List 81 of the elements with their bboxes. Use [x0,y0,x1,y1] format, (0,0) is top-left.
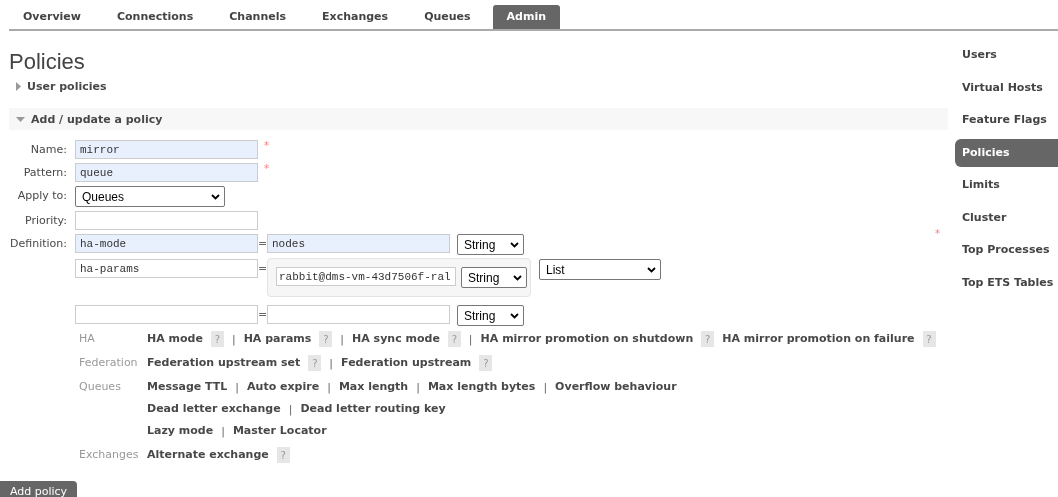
key-field[interactable] [75,305,258,324]
sidebar-item[interactable]: Feature Flags [955,106,1058,135]
nav-tab[interactable]: Channels [215,5,300,29]
separator-text: | [543,380,548,394]
separator-text: | [327,380,331,394]
policy-key-link[interactable]: HA mode [147,331,203,347]
separator-text: | [231,332,236,346]
group-label: Federation [79,355,139,371]
separator-text: | [329,356,334,370]
type-select[interactable]: List [539,259,661,280]
policy-key-link[interactable]: HA params [243,331,312,347]
type-select[interactable]: String [457,305,524,326]
sidebar-item[interactable]: Top Processes [955,236,1058,265]
key-field[interactable]: ha-mode [75,234,258,253]
list-item-field[interactable]: rabbit@dms-vm-43d7506f-ral [276,267,456,286]
value-field[interactable] [267,305,450,324]
separator-text: | [340,332,345,346]
field-label: Pattern: [22,165,67,181]
text-field[interactable]: queue [75,163,258,182]
sidebar-item[interactable]: Top ETS Tables [955,268,1058,297]
policy-key-link[interactable]: HA mirror promotion on shutdown [480,331,694,347]
required-mark: * [264,140,269,152]
nav-tab[interactable]: Queues [410,5,485,29]
nav-tab[interactable]: Exchanges [308,5,403,29]
type-select[interactable]: String [457,234,524,255]
policy-key-link[interactable]: Overflow behaviour [555,379,677,395]
sidebar-item[interactable]: Limits [955,171,1058,200]
policy-key-link[interactable]: Lazy mode [147,423,214,439]
section-title[interactable]: Add / update a policy [31,112,163,126]
apply-to-select[interactable]: Queues [75,186,225,207]
separator-text: | [221,424,225,438]
policy-key-link[interactable]: Federation upstream set [147,355,301,371]
policy-key-link[interactable]: Max length bytes [427,379,536,395]
section-toggle[interactable]: User policies [9,75,948,97]
field-label: Definition: [9,236,67,252]
policy-key-link[interactable]: Dead letter routing key [300,401,446,417]
nav-tab[interactable]: Admin [492,5,561,29]
separator-text: | [288,402,293,416]
sidebar-item[interactable]: Policies [955,138,1058,167]
separator-text: | [235,380,240,394]
policy-key-link[interactable]: HA mirror promotion on failure [722,331,915,347]
policy-key-link[interactable]: Max length [338,379,409,395]
equals-sign: = [258,236,267,252]
type-select[interactable]: String [461,267,527,288]
policy-key-link[interactable]: Dead letter exchange [147,401,281,417]
text-field[interactable]: mirror [75,140,258,159]
section-header[interactable]: Add / update a policy [9,108,948,130]
separator-text: | [416,380,420,394]
page-title: Policies [9,49,86,75]
nav-tab[interactable]: Connections [103,5,208,29]
group-label: HA [79,331,96,347]
policy-key-link[interactable]: Message TTL [147,379,228,395]
required-mark: * [264,163,269,175]
sidebar-item[interactable]: Virtual Hosts [955,73,1058,102]
field-label: Name: [29,142,67,158]
equals-sign: = [258,307,267,323]
policy-key-link[interactable]: Auto expire [247,379,320,395]
add-policy-button[interactable]: Add policy [0,481,77,497]
policy-key-link[interactable]: HA sync mode [352,331,440,347]
sidebar-item[interactable]: Cluster [955,203,1058,232]
group-label: Exchanges [79,447,140,463]
dropdown-caret-icon [513,274,522,281]
required-mark: * [935,228,940,240]
text-field[interactable] [75,211,258,230]
group-label: Queues [79,379,122,395]
key-field[interactable]: ha-params [75,259,258,278]
dropdown-caret-icon [510,312,519,319]
policy-key-link[interactable]: Alternate exchange [147,447,269,463]
nav-tab[interactable]: Overview [9,5,95,29]
dropdown-caret-icon [510,241,519,248]
section-title[interactable]: User policies [27,79,107,93]
equals-sign: = [258,261,267,277]
dropdown-caret-icon [647,266,656,273]
policy-key-link[interactable]: Federation upstream [341,355,472,371]
dropdown-caret-icon [211,193,220,200]
value-field[interactable]: nodes [267,234,450,253]
sidebar-item[interactable]: Users [955,41,1058,70]
separator-text: | [468,332,473,346]
field-label: Priority: [23,213,67,229]
policy-key-link[interactable]: Master Locator [232,423,327,439]
field-label: Apply to: [16,188,67,204]
